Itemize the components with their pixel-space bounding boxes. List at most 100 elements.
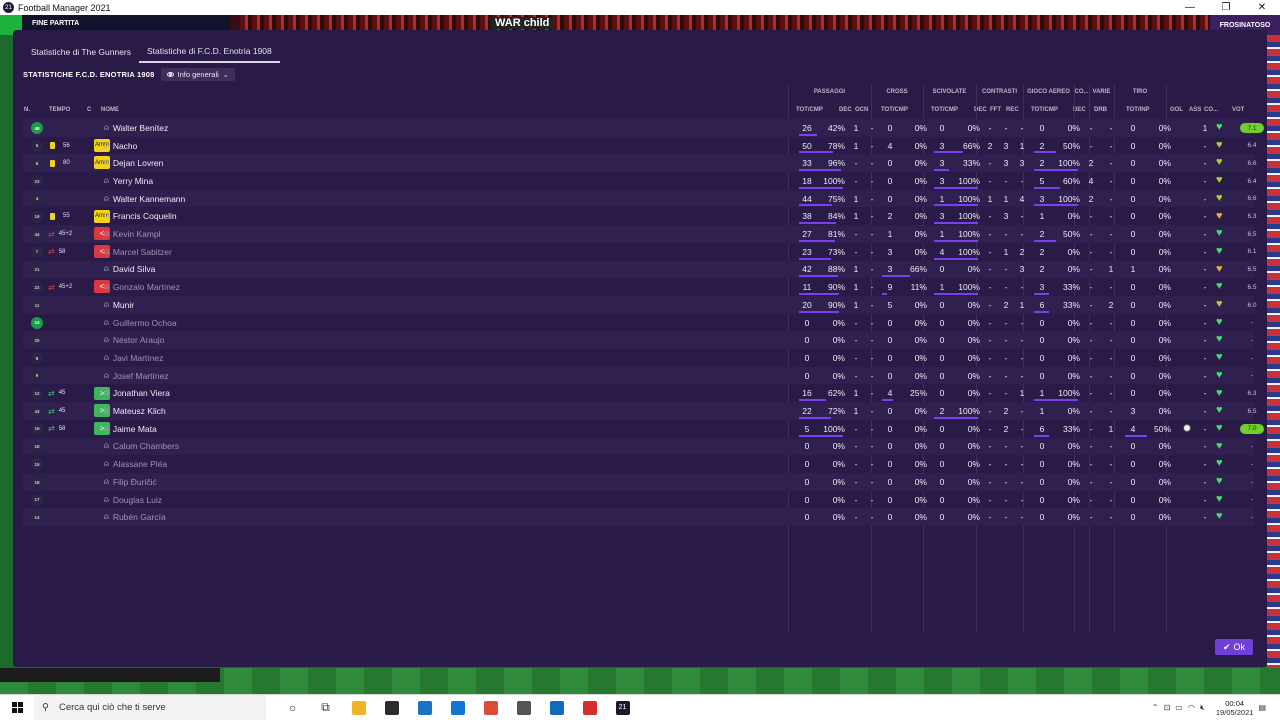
col-header-tiro[interactable]: TOT/INP <box>1126 106 1150 114</box>
col-header-co[interactable]: CO... <box>1204 106 1218 114</box>
table-row[interactable]: 19 55 Amm ⍝ Francis Coquelin 38 84% 1-2 0% 3 100% -… <box>23 208 1257 226</box>
col-header-cross[interactable]: TOT/CMP <box>881 106 908 114</box>
table-row[interactable]: 44 ⇄ 45+2 < ⍝ Kevin Kampl 27 81% - -1 0% 1 100% - - -2 5… <box>23 225 1257 243</box>
col-header-c[interactable]: C <box>87 106 91 114</box>
table-row[interactable]: 14 ⍝ Rubén García 0 0% - -0 0% 0 0% - - -0 0% - -0 0% - ♥ - <box>23 508 1254 527</box>
player-name[interactable]: Walter Kannemann <box>113 194 185 204</box>
col-header-pass-dec[interactable]: DEC <box>839 106 852 114</box>
player-name-cell[interactable]: ⍝ Guillermo Ochoa <box>104 314 177 332</box>
player-name-cell[interactable]: ⍝ Javi Martínez <box>104 349 163 367</box>
col-header-num[interactable]: N. <box>24 106 30 114</box>
table-row[interactable]: 12 ⇄ 45 > ⍝ Jonathan Viera 16 62% 1-4 25% 0 0% - -1 1 1… <box>23 385 1257 403</box>
player-name-cell[interactable]: ⍝ Josef Martínez <box>104 367 169 385</box>
chrome-icon[interactable] <box>474 695 507 720</box>
player-name-cell[interactable]: ⍝ Walter Benítez <box>104 119 168 137</box>
player-name-cell[interactable]: ⍝ Rubén García <box>104 508 166 526</box>
player-name[interactable]: Jaime Mata <box>113 424 157 434</box>
mute-icon[interactable]: 🔇︎ <box>1200 703 1205 713</box>
wifi-icon[interactable]: ◠ <box>1188 703 1195 712</box>
player-name[interactable]: Filip Đuričić <box>113 477 157 487</box>
col-header-scivolate[interactable]: TOT/CMP <box>931 106 958 114</box>
col-header-drb[interactable]: DRB <box>1094 106 1107 114</box>
col-header-gol[interactable]: GOL <box>1170 106 1183 114</box>
player-name[interactable]: Javi Martínez <box>113 353 164 363</box>
task-view-icon[interactable]: ⧉ <box>309 695 342 720</box>
cortana-icon[interactable]: ○ <box>276 695 309 720</box>
player-name[interactable]: Nacho <box>113 141 138 151</box>
table-row[interactable]: 15 ⍝ Alassane Pléa 0 0% - -0 0% 0 0% - - -0 0% - -0 0% - ♥… <box>23 455 1254 473</box>
taskbar-clock[interactable]: 00:04 19/05/2021 <box>1216 699 1254 717</box>
col-header-vot[interactable]: VOT <box>1232 106 1244 114</box>
tab-0[interactable]: Statistiche di The Gunners <box>23 41 139 63</box>
store-icon[interactable] <box>375 695 408 720</box>
player-name-cell[interactable]: ⍝ Calum Chambers <box>104 438 179 456</box>
notifications-icon[interactable]: ▤ <box>1258 703 1266 712</box>
player-name[interactable]: Calum Chambers <box>113 441 179 451</box>
col-header-con-fft[interactable]: FFT <box>990 106 1001 114</box>
table-row[interactable]: 48 ⍝ Walter Benítez 26 42% 1-0 0% 0 0% - - -0 0% - -0 0… <box>23 119 1264 137</box>
player-name[interactable]: Dejan Lovren <box>113 158 164 168</box>
table-row[interactable]: 13 ⍝ Guillermo Ochoa 0 0% - -0 0% 0 0% - - -0 0% - -0 0%… <box>23 314 1254 332</box>
player-name-cell[interactable]: ⍝ Jonathan Viera <box>104 385 170 403</box>
restore-icon[interactable]: ❐ <box>1208 2 1244 13</box>
player-name-cell[interactable]: ⍝ Francis Coquelin <box>104 208 177 226</box>
player-name[interactable]: Rubén García <box>113 512 166 522</box>
player-name-cell[interactable]: ⍝ Kevin Kampl <box>104 225 161 243</box>
player-name-cell[interactable]: ⍝ Douglas Luiz <box>104 491 162 509</box>
player-name[interactable]: David Silva <box>113 264 156 274</box>
player-name-cell[interactable]: ⍝ Gonzalo Martínez <box>104 278 180 296</box>
player-name-cell[interactable]: ⍝ Nacho <box>104 137 137 155</box>
table-row[interactable]: 18 ⍝ Filip Đuričić 0 0% - -0 0% 0 0% - - -0 0% - -0 0% - ♥… <box>23 473 1254 491</box>
minimize-icon[interactable]: — <box>1172 2 1208 13</box>
player-name-cell[interactable]: ⍝ Marcel Sabitzer <box>104 243 172 261</box>
table-row[interactable]: 18 ⍝ Calum Chambers 0 0% - -0 0% 0 0% - - -0 0% - -0 0% -… <box>23 437 1254 456</box>
player-name-cell[interactable]: ⍝ Walter Kannemann <box>104 190 185 208</box>
start-button[interactable] <box>0 695 34 720</box>
table-row[interactable]: 9 ⍝ Josef Martínez 0 0% - -0 0% 0 0% - - -0 0% - -0 0% - ♥… <box>23 366 1254 385</box>
player-name-cell[interactable]: ⍝ Dejan Lovren <box>104 154 163 172</box>
player-name-cell[interactable]: ⍝ Munir <box>104 296 134 314</box>
table-row[interactable]: 43 ⇄ 45 > ⍝ Mateusz Klich 22 72% 1-0 0% 2 100% -2-1 0… <box>23 402 1257 420</box>
file-explorer-icon[interactable] <box>342 695 375 720</box>
player-name[interactable]: Francis Coquelin <box>113 211 177 221</box>
player-name[interactable]: Gonzalo Martínez <box>113 282 180 292</box>
fm21-icon[interactable]: 21 <box>606 695 639 720</box>
col-header-tempo[interactable]: TEMPO <box>49 106 70 114</box>
player-name[interactable]: Alassane Pléa <box>113 459 167 469</box>
player-name[interactable]: Néstor Araujo <box>113 335 165 345</box>
camera-icon[interactable] <box>540 695 573 720</box>
player-name[interactable]: Yerry Mina <box>113 176 153 186</box>
chevron-up-icon[interactable]: ⌃ <box>1152 703 1159 712</box>
col-header-pass-ocn[interactable]: OCN <box>855 106 868 114</box>
table-row[interactable]: 22 ⇄ 45+2 < ⍝ Gonzalo Martínez 11 90% 1-9 11% 1 100… <box>23 278 1257 296</box>
col-header-nome[interactable]: NOME <box>101 106 119 114</box>
view-dropdown[interactable]: Info generali ⌄ <box>160 68 235 81</box>
player-name-cell[interactable]: ⍝ Néstor Araujo <box>104 331 164 349</box>
calculator-icon[interactable] <box>507 695 540 720</box>
player-name[interactable]: Munir <box>113 300 134 310</box>
table-row[interactable]: 5 56 Amm ⍝ Nacho 50 78% 1-4 0% 3 66% 2 3 1 2 50% - -0 0% - ♥… <box>23 137 1257 155</box>
player-name[interactable]: Mateusz Klich <box>113 406 166 416</box>
player-name-cell[interactable]: ⍝ David Silva <box>104 261 155 279</box>
player-name-cell[interactable]: ⍝ Yerry Mina <box>104 172 153 190</box>
player-name-cell[interactable]: ⍝ Jaime Mata <box>104 420 157 438</box>
table-row[interactable]: 17 ⍝ Douglas Luiz 0 0% - -0 0% 0 0% - - -0 0% - -0 0% - ♥ - <box>23 491 1254 509</box>
network-icon[interactable]: ⊡ <box>1164 703 1171 712</box>
tab-1[interactable]: Statistiche di F.C.D. Enotria 1908 <box>139 41 280 63</box>
battery-icon[interactable]: ▭ <box>1175 703 1183 712</box>
player-name-cell[interactable]: ⍝ Alassane Pléa <box>104 455 167 473</box>
player-name[interactable]: Walter Benítez <box>113 123 168 133</box>
player-name-cell[interactable]: ⍝ Mateusz Klich <box>104 402 166 420</box>
col-header-pass-tot[interactable]: TOT/CMP <box>796 106 823 114</box>
player-name[interactable]: Kevin Kampl <box>113 229 161 239</box>
table-row[interactable]: 20 ⍝ Néstor Araujo 0 0% - -0 0% 0 0% - - -0 0% - -0 0% - ♥… <box>23 331 1254 350</box>
table-row[interactable]: 7 ⇄ 58 < ⍝ Marcel Sabitzer 23 73% - -3 0% 4 100% -1 2 2… <box>23 243 1257 261</box>
table-row[interactable]: 8 ⍝ Javi Martínez 0 0% - -0 0% 0 0% - - -0 0% - -0 0% - ♥ - <box>23 349 1254 367</box>
table-row[interactable]: 23 ⍝ Yerry Mina 18 100% - -0 0% 3 100% - - -5 60% 4-0 0… <box>23 172 1257 190</box>
close-icon[interactable]: ✕ <box>1244 2 1280 13</box>
table-row[interactable]: 21 ⍝ David Silva 42 88% 1-3 66% 0 0% - -3 2 0% -1 1 0% -… <box>23 260 1257 279</box>
player-name[interactable]: Douglas Luiz <box>113 495 162 505</box>
col-header-con-rec[interactable]: REC <box>1006 106 1019 114</box>
mail-icon[interactable] <box>441 695 474 720</box>
table-row[interactable]: 11 ⍝ Munir 20 90% 1-5 0% 0 0% -2 1 6 33% -2 0 0% - ♥ 6.0 <box>23 296 1257 314</box>
